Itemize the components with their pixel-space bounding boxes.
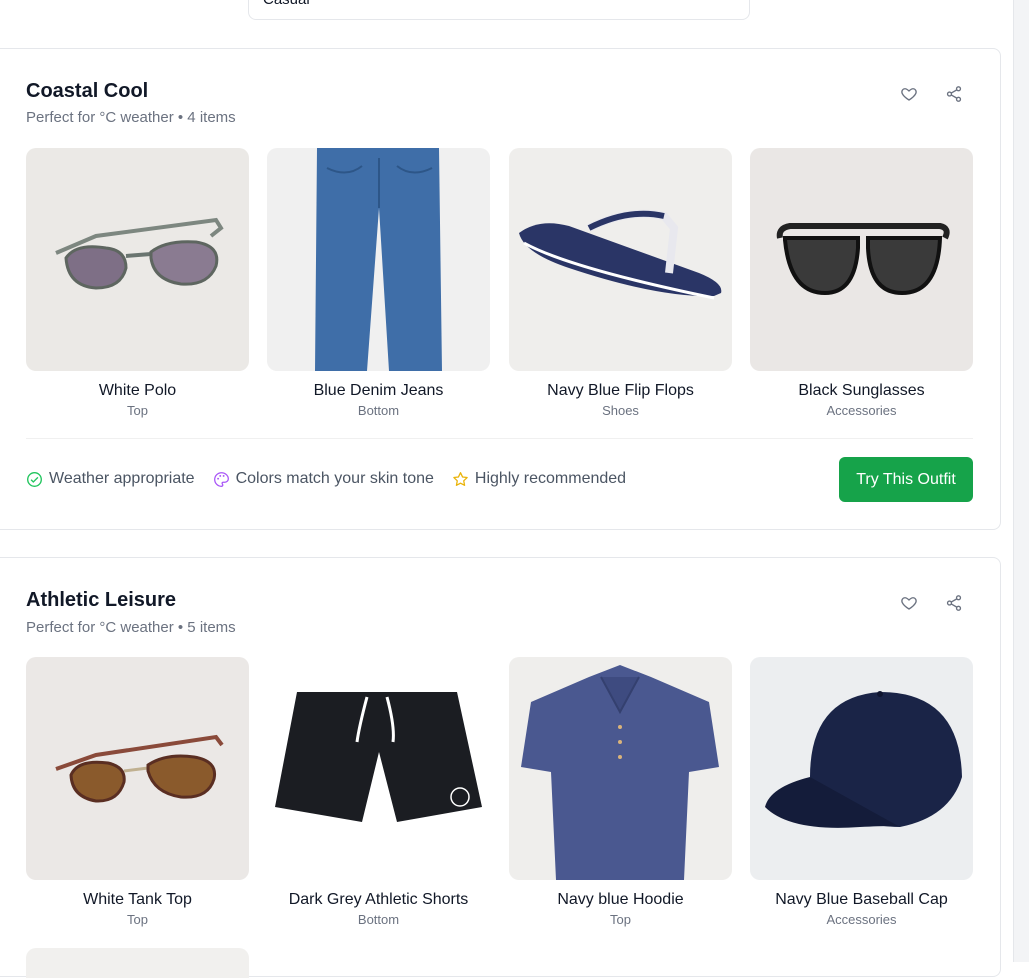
- scrollbar-track[interactable]: [1013, 0, 1029, 962]
- item-image: [267, 148, 490, 371]
- outfit-card: Coastal Cool Perfect for °C weather • 4 …: [0, 48, 1001, 530]
- outfit-subtitle: Perfect for °C weather • 5 items: [26, 619, 236, 636]
- item-image: [26, 148, 249, 371]
- share-icon: [946, 86, 962, 102]
- item-image: [750, 148, 973, 371]
- favorite-button[interactable]: [898, 592, 920, 614]
- share-button[interactable]: [943, 592, 965, 614]
- item-name: Navy blue Hoodie: [557, 891, 684, 908]
- outfit-item[interactable]: Navy Blue Flip Flops Shoes: [509, 148, 732, 418]
- item-category: Top: [127, 403, 148, 418]
- item-image: [509, 148, 732, 371]
- occasion-select-value: Casual: [263, 0, 310, 8]
- outfit-item[interactable]: Black Sunglasses Accessories: [750, 148, 973, 418]
- outfit-title: Coastal Cool: [26, 80, 149, 102]
- item-image: [750, 657, 973, 880]
- chevron-down-icon: [721, 0, 735, 1]
- item-category: Accessories: [826, 403, 897, 418]
- item-image: [267, 657, 490, 880]
- outfit-item[interactable]: Dark Grey Athletic Shorts Bottom: [267, 657, 490, 927]
- try-outfit-button[interactable]: Try This Outfit: [839, 457, 973, 502]
- item-image: [26, 657, 249, 880]
- outfit-item[interactable]: White Polo Top: [26, 148, 249, 418]
- outfit-item-partial[interactable]: [26, 948, 249, 978]
- item-category: Top: [127, 912, 148, 927]
- outfit-title: Athletic Leisure: [26, 589, 177, 611]
- item-category: Top: [610, 912, 631, 927]
- share-button[interactable]: [943, 83, 965, 105]
- outfit-subtitle: Perfect for °C weather • 4 items: [26, 109, 236, 126]
- item-image: [509, 657, 732, 880]
- card-divider: [26, 438, 973, 439]
- heart-icon: [901, 88, 917, 101]
- share-icon: [946, 595, 962, 611]
- outfit-item[interactable]: Navy Blue Baseball Cap Accessories: [750, 657, 973, 927]
- item-name: Dark Grey Athletic Shorts: [288, 891, 469, 908]
- badge-colors: Colors match your skin tone: [213, 470, 434, 488]
- item-category: Shoes: [602, 403, 639, 418]
- badge-recommended-label: Highly recommended: [474, 470, 627, 487]
- item-name: White Tank Top: [83, 891, 192, 908]
- outfit-item[interactable]: Blue Denim Jeans Bottom: [267, 148, 490, 418]
- outfit-item[interactable]: Navy blue Hoodie Top: [509, 657, 732, 927]
- item-category: Accessories: [826, 912, 897, 927]
- star-icon: [453, 471, 468, 486]
- item-name: Navy Blue Baseball Cap: [775, 891, 948, 908]
- badge-weather: Weather appropriate: [26, 470, 195, 488]
- palette-icon: [213, 471, 229, 487]
- outfit-badges: Weather appropriate Colors match your sk…: [26, 470, 626, 488]
- outfit-item[interactable]: White Tank Top Top: [26, 657, 249, 927]
- badge-recommended: Highly recommended: [452, 470, 626, 488]
- item-name: Black Sunglasses: [798, 382, 925, 399]
- item-category: Bottom: [357, 403, 400, 418]
- badge-weather-label: Weather appropriate: [49, 470, 195, 487]
- item-name: White Polo: [98, 382, 177, 399]
- occasion-select[interactable]: Casual: [248, 0, 750, 20]
- heart-icon: [901, 597, 917, 610]
- item-name: Navy Blue Flip Flops: [547, 382, 694, 399]
- favorite-button[interactable]: [898, 83, 920, 105]
- item-name: Blue Denim Jeans: [313, 382, 444, 399]
- item-category: Bottom: [357, 912, 400, 927]
- check-circle-icon: [27, 471, 42, 487]
- outfit-card: Athletic Leisure Perfect for °C weather …: [0, 557, 1001, 978]
- badge-colors-label: Colors match your skin tone: [235, 470, 434, 487]
